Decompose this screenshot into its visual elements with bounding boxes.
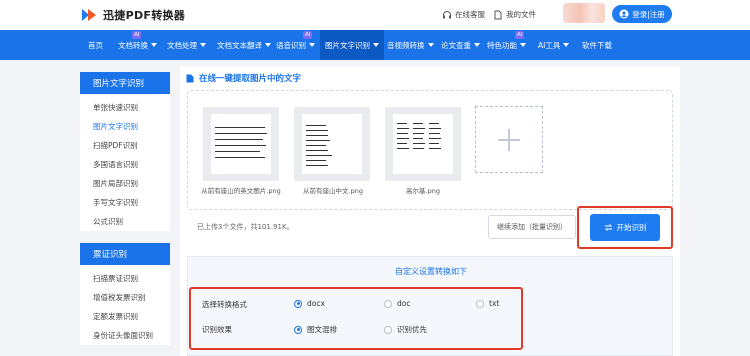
swap-icon [604,224,612,231]
chevron-down-icon [151,43,157,47]
customer-service-link[interactable]: 在线客服 [442,9,485,20]
nav-label: 文档文本翻译 [217,40,262,50]
main-panel: 在线一键提取图片中的文字 从前有座山的英文图片.png 从前有座山中文.png … [180,66,680,356]
add-file-button[interactable] [475,106,543,173]
sidebar-list: 扫描票证识别 增值税发票识别 定额发票识别 身份证头像面识别 [80,265,170,345]
upload-area[interactable]: 从前有座山的英文图片.png 从前有座山中文.png 高尔基.png [187,90,673,210]
nav-label: 软件下载 [582,40,612,50]
user-avatar-blurred [563,3,605,23]
file-thumbnail[interactable] [385,107,461,181]
start-recognition-label: 开始识别 [616,223,647,232]
nav-label: 特色功能 [487,40,517,50]
login-register-button[interactable]: 登录|注册 [612,5,672,23]
chevron-down-icon [373,43,379,47]
chevron-down-icon [265,43,271,47]
nav-label: AI工具 [538,40,561,50]
sidebar-item-image-ocr[interactable]: 图片文字识别 [80,117,170,136]
nav-label: 音视频转换 [387,40,425,50]
sidebar-heading: 票证识别 [80,243,170,265]
my-files-link[interactable]: 我的文件 [493,9,536,20]
file-name: 从前有座山的英文图片.png [201,187,281,195]
nav-software-download[interactable]: 软件下载 [582,30,612,60]
nav-av-convert[interactable]: 音视频转换 [387,30,434,60]
document-icon [186,74,194,82]
nav-image-ocr[interactable]: 图片文字识别 [320,30,384,60]
ai-badge: AI [515,31,525,39]
sidebar-item-formula[interactable]: 公式识别 [80,212,170,231]
top-bar: 迅捷PDF转换器 在线客服 我的文件 登录|注册 [0,0,750,30]
sidebar-item-handwriting[interactable]: 手写文字识别 [80,193,170,212]
logo-icon [82,9,96,21]
brand-logo[interactable]: 迅捷PDF转换器 [80,6,185,24]
chevron-down-icon [200,43,206,47]
sidebar-item-vat-invoice[interactable]: 增值税发票识别 [80,288,170,307]
continue-add-button[interactable]: 继续添加（批量识别） [488,215,576,239]
ai-badge: AI [303,31,313,39]
sidebar-item-id-card[interactable]: 身份证头像面识别 [80,326,170,345]
ai-badge: AI [132,31,142,39]
settings-title: 自定义设置转换如下 [395,267,467,276]
file-thumbnail[interactable] [294,107,370,181]
nav-label: 论文查重 [441,40,471,50]
file-name: 高尔基.png [406,187,440,195]
file-name: 从前有座山中文.png [303,187,363,195]
sidebar-item-scan-ticket[interactable]: 扫描票证识别 [80,269,170,288]
nav-doc-convert[interactable]: AI 文档转换 [118,30,157,60]
image-preview [211,114,271,174]
customer-service-label: 在线客服 [455,10,485,19]
nav-label: 文档转换 [118,40,148,50]
chevron-down-icon [474,43,480,47]
sidebar-item-scan-pdf[interactable]: 扫描PDF识别 [80,136,170,155]
highlight-frame [189,287,523,350]
file-thumbnail[interactable] [203,107,279,181]
chevron-down-icon [520,43,526,47]
sidebar-heading: 图片文字识别 [80,72,170,94]
nav-thesis-check[interactable]: 论文查重 [441,30,480,60]
nav-speech-recognition[interactable]: AI 语音识别 [276,30,315,60]
nav-home[interactable]: 首页 [88,30,103,60]
chevron-down-icon [309,43,315,47]
upload-status: 已上传3个文件，共101.91K。 [197,223,294,231]
sidebar-ocr-group: 图片文字识别 单张快速识别 图片文字识别 扫描PDF识别 多国语言识别 图片局部… [80,72,170,231]
my-files-label: 我的文件 [506,10,536,19]
sidebar-list: 单张快速识别 图片文字识别 扫描PDF识别 多国语言识别 图片局部识别 手写文字… [80,94,170,231]
main-nav: 首页 AI 文档转换 文档处理 文档文本翻译 AI 语音识别 图片文字识别 音视… [0,30,750,60]
sidebar-ticket-group: 票证识别 扫描票证识别 增值税发票识别 定额发票识别 身份证头像面识别 [80,243,170,345]
login-register-label: 登录|注册 [632,9,665,19]
file-icon [494,10,502,19]
nav-label: 文档处理 [167,40,197,50]
nav-features[interactable]: AI 特色功能 [487,30,526,60]
sidebar-item-partial[interactable]: 图片局部识别 [80,174,170,193]
user-icon [619,9,629,19]
chevron-down-icon [427,43,434,47]
sidebar-item-quota-invoice[interactable]: 定额发票识别 [80,307,170,326]
nav-doc-translate[interactable]: 文档文本翻译 [217,30,271,60]
chevron-down-icon [563,43,570,47]
nav-label: 语音识别 [276,40,306,50]
nav-doc-process[interactable]: 文档处理 [167,30,206,60]
section-title-text: 在线一键提取图片中的文字 [199,74,302,84]
nav-label: 图片文字识别 [325,40,370,50]
start-recognition-button[interactable]: 开始识别 [590,214,660,241]
brand-name: 迅捷PDF转换器 [103,9,186,22]
headset-icon [443,10,451,18]
sidebar-item-single-quick[interactable]: 单张快速识别 [80,98,170,117]
section-title: 在线一键提取图片中的文字 [186,72,301,84]
nav-ai-tools[interactable]: AI工具 [538,30,570,60]
nav-label: 首页 [88,40,103,50]
image-preview [393,114,453,174]
image-preview [302,114,362,174]
sidebar-item-multi-language[interactable]: 多国语言识别 [80,155,170,174]
